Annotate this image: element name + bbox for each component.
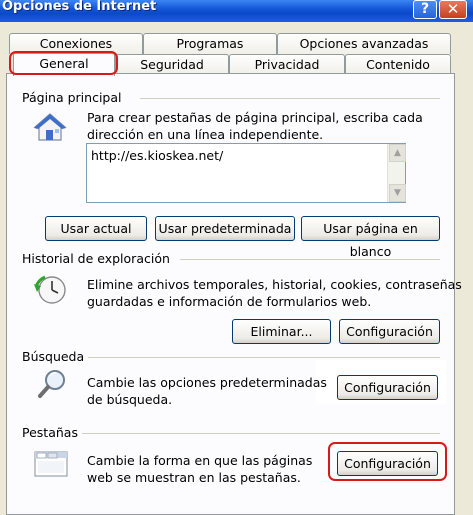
tab-conexiones[interactable]: Conexiones bbox=[9, 33, 143, 54]
tab-general[interactable]: General bbox=[13, 52, 115, 76]
history-group-label: Historial de exploración bbox=[22, 251, 174, 266]
tab-privacidad[interactable]: Privacidad bbox=[229, 54, 345, 75]
tab-programas[interactable]: Programas bbox=[143, 33, 277, 54]
delete-history-button[interactable]: Eliminar... bbox=[232, 319, 331, 344]
home-page-url-input[interactable]: http://es.kioskea.net/ ▲ ▼ bbox=[86, 143, 406, 203]
title-bar: Opciones de Internet ? ✕ bbox=[0, 0, 473, 22]
close-button[interactable]: ✕ bbox=[439, 0, 467, 19]
home-group-label: Página principal bbox=[22, 90, 126, 105]
tab-opciones-avanzadas[interactable]: Opciones avanzadas bbox=[277, 33, 451, 54]
home-group-divider bbox=[140, 98, 440, 99]
history-description-line-2: guardadas e información de formularios w… bbox=[87, 294, 372, 309]
tabs-description-line-2: web se muestran en las pestañas. bbox=[87, 470, 301, 485]
search-settings-button[interactable]: Configuración bbox=[337, 375, 438, 400]
window-title: Opciones de Internet bbox=[2, 0, 157, 14]
url-scrollbar[interactable]: ▲ ▼ bbox=[387, 144, 406, 202]
magnifier-icon bbox=[38, 370, 65, 398]
use-blank-button[interactable]: Usar página en blanco bbox=[301, 216, 440, 259]
history-description-line-1: Elimine archivos temporales, historial, … bbox=[87, 277, 462, 292]
search-description-line-2: de búsqueda. bbox=[87, 392, 173, 407]
home-description-line-2: dirección en una línea independiente. bbox=[87, 127, 324, 142]
use-current-button[interactable]: Usar actual bbox=[45, 216, 147, 241]
history-group-divider bbox=[180, 259, 440, 260]
home-page-url-text: http://es.kioskea.net/ bbox=[91, 148, 224, 163]
home-description-line-1: Para crear pestañas de página principal,… bbox=[87, 110, 423, 125]
history-clock-icon bbox=[34, 275, 66, 304]
search-group-divider bbox=[86, 357, 440, 358]
tabbed-window-icon bbox=[34, 451, 68, 477]
search-group-label: Búsqueda bbox=[22, 349, 89, 364]
tab-seguridad[interactable]: Seguridad bbox=[115, 54, 229, 75]
tabs-settings-button[interactable]: Configuración bbox=[337, 451, 438, 476]
tabs-description-line-1: Cambie la forma en que las páginas bbox=[87, 453, 313, 468]
scroll-down-arrow-icon[interactable]: ▼ bbox=[389, 184, 406, 202]
house-icon bbox=[33, 113, 67, 141]
tabs-group-divider bbox=[82, 433, 440, 434]
scroll-up-arrow-icon[interactable]: ▲ bbox=[389, 144, 406, 162]
tabs-group-label: Pestañas bbox=[22, 425, 82, 440]
tab-contenido[interactable]: Contenido bbox=[345, 54, 451, 75]
search-description-line-1: Cambie las opciones predeterminadas bbox=[87, 375, 327, 390]
use-default-button[interactable]: Usar predeterminada bbox=[155, 216, 295, 241]
history-settings-button[interactable]: Configuración bbox=[339, 319, 440, 344]
help-button[interactable]: ? bbox=[413, 0, 437, 19]
